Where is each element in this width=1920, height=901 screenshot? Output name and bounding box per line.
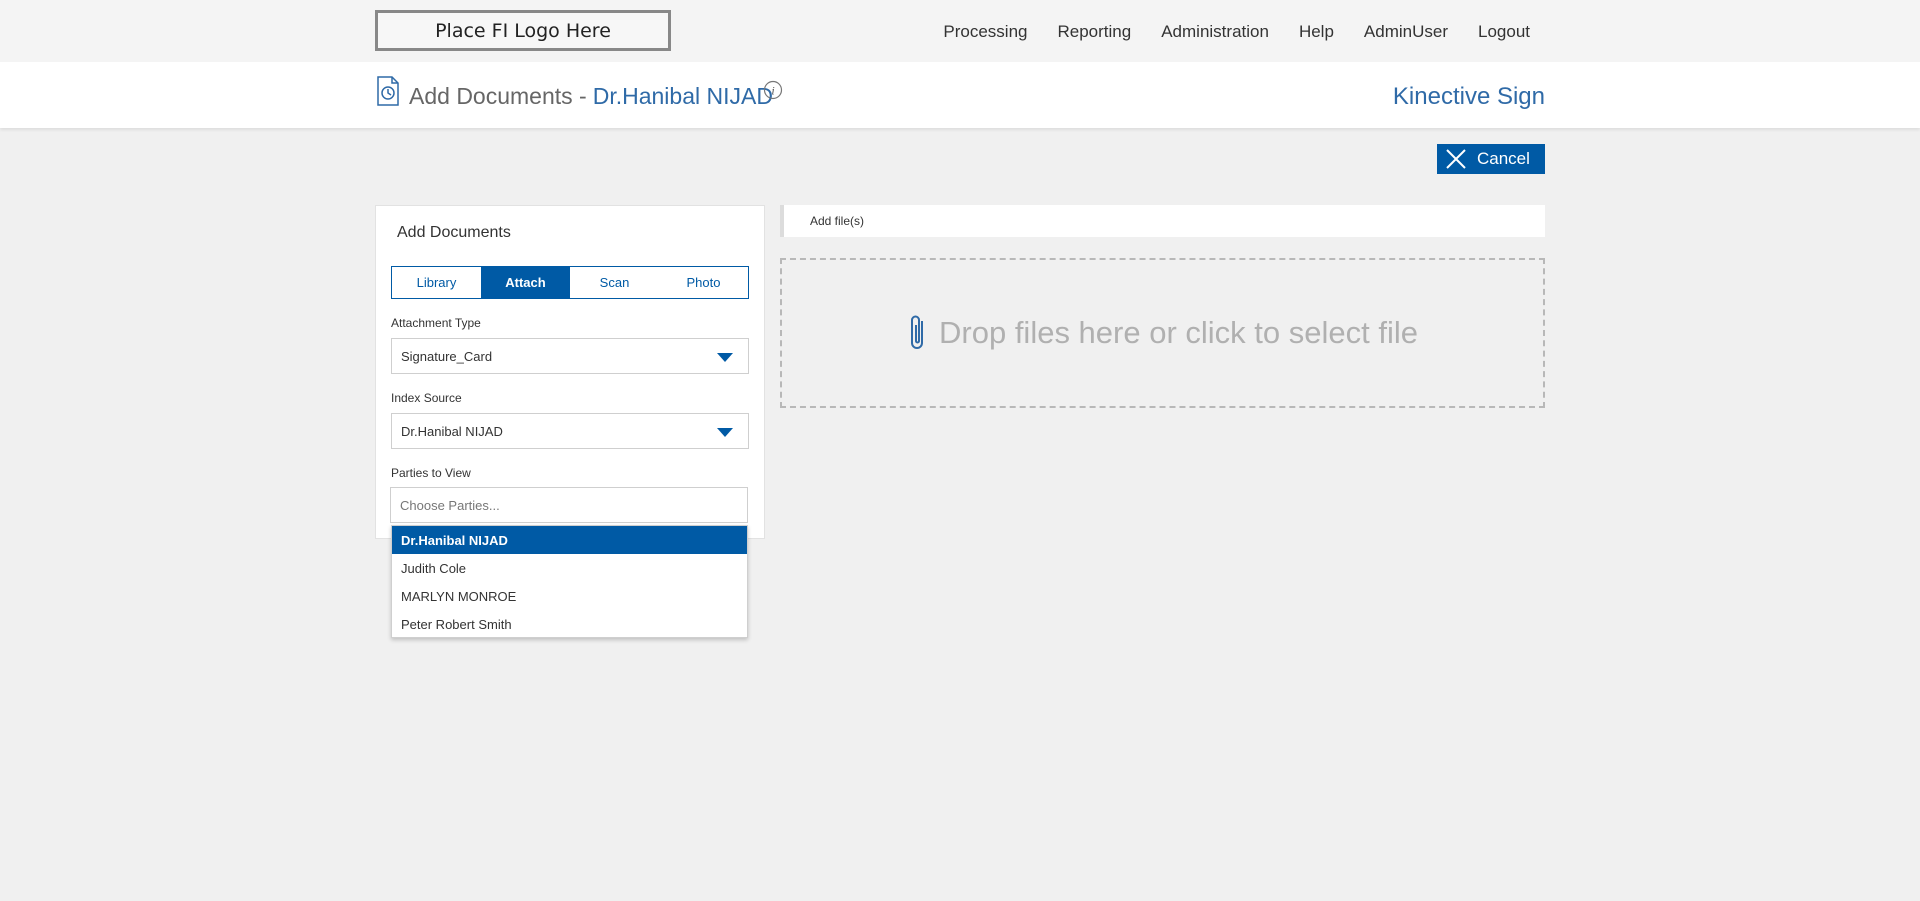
index-source-label: Index Source — [391, 391, 462, 405]
nav-processing[interactable]: Processing — [943, 22, 1027, 42]
chevron-down-icon — [717, 353, 733, 362]
nav-logout[interactable]: Logout — [1478, 22, 1530, 42]
attachment-type-value: Signature_Card — [401, 348, 493, 364]
index-source-value: Dr.Hanibal NIJAD — [401, 423, 503, 439]
tab-photo[interactable]: Photo — [659, 267, 748, 298]
parties-placeholder: Choose Parties... — [400, 497, 500, 513]
parties-dropdown: Dr.Hanibal NIJAD Judith Cole MARLYN MONR… — [391, 525, 748, 638]
cancel-button[interactable]: Cancel — [1437, 144, 1545, 174]
tab-scan[interactable]: Scan — [570, 267, 659, 298]
page-title: Add Documents - Dr.Hanibal NIJAD — [409, 83, 773, 110]
page-title-party: Dr.Hanibal NIJAD — [592, 83, 773, 109]
nav-help[interactable]: Help — [1299, 22, 1334, 42]
parties-input[interactable]: Choose Parties... — [390, 487, 748, 523]
cancel-button-label: Cancel — [1477, 149, 1530, 168]
page-title-text: Add Documents - — [409, 83, 587, 109]
main-nav: Processing Reporting Administration Help… — [943, 22, 1530, 42]
svg-text:i: i — [771, 84, 774, 98]
source-tabs: Library Attach Scan Photo — [391, 266, 749, 299]
fi-logo-placeholder[interactable]: Place FI Logo Here — [375, 10, 671, 51]
add-files-label: Add file(s) — [810, 214, 865, 228]
nav-user-menu[interactable]: AdminUser — [1364, 22, 1448, 42]
dropdown-option[interactable]: MARLYN MONROE — [392, 582, 747, 610]
dropdown-option[interactable]: Peter Robert Smith — [392, 610, 747, 638]
dropdown-option[interactable]: Judith Cole — [392, 554, 747, 582]
drop-zone-text: Drop files here or click to select file — [939, 315, 1418, 350]
document-history-icon — [377, 76, 399, 106]
dropdown-option[interactable]: Dr.Hanibal NIJAD — [392, 526, 747, 554]
info-icon[interactable]: i — [763, 80, 783, 100]
paperclip-icon — [911, 315, 924, 349]
chevron-down-icon — [717, 428, 733, 437]
index-source-select[interactable]: Dr.Hanibal NIJAD — [391, 413, 749, 449]
page-header: Add Documents - Dr.Hanibal NIJAD i Kinect… — [0, 62, 1920, 128]
attachment-type-select[interactable]: Signature_Card — [391, 338, 749, 374]
attachment-type-label: Attachment Type — [391, 316, 481, 330]
product-brand: Kinective Sign — [1392, 83, 1545, 110]
parties-to-view-label: Parties to View — [391, 466, 471, 480]
file-drop-zone[interactable]: Drop files here or click to select file — [780, 258, 1545, 408]
nav-administration[interactable]: Administration — [1161, 22, 1269, 42]
close-icon — [1446, 149, 1466, 169]
panel-title: Add Documents — [397, 224, 511, 241]
top-navigation-bar: Place FI Logo Here Processing Reporting … — [0, 0, 1920, 62]
tab-library[interactable]: Library — [392, 267, 481, 298]
add-files-header: Add file(s) — [780, 205, 1545, 237]
nav-reporting[interactable]: Reporting — [1058, 22, 1132, 42]
tab-attach[interactable]: Attach — [481, 267, 570, 298]
